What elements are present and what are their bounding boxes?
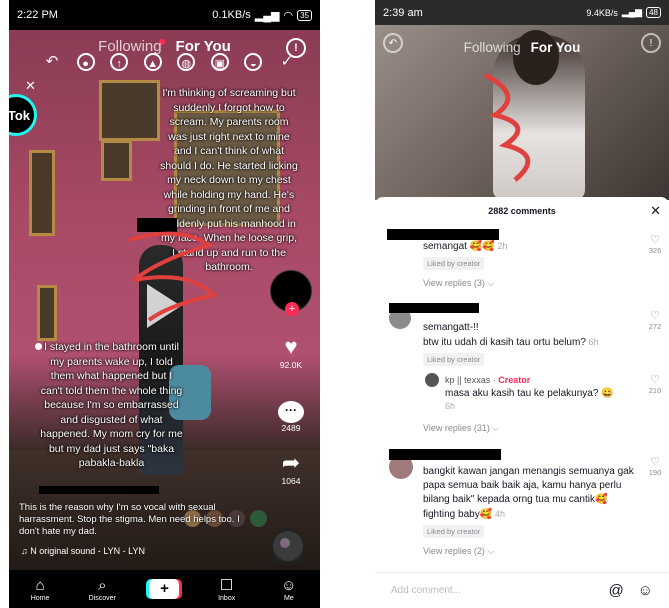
edit-toolbar: ↶ ● ↑ ▲ ◍ ▣ ◒ ✓ xyxy=(43,52,296,72)
comment-item[interactable]: semangat 🥰🥰 2h Liked by creator View rep… xyxy=(423,239,661,289)
close-icon[interactable]: ✕ xyxy=(25,78,36,94)
status-time: 2:22 PM xyxy=(17,9,58,21)
reply-item[interactable]: kp || texxas · Creator masa aku kasih ta… xyxy=(445,373,661,411)
heart-outline-icon: ♡ xyxy=(650,374,660,386)
comment-item[interactable]: semangatt-!! btw itu udah di kasih tau o… xyxy=(423,321,661,366)
reply-author[interactable]: kp || texxas xyxy=(445,375,490,385)
signal-icon: ▂▄▆ xyxy=(254,9,280,22)
sound-disc[interactable] xyxy=(270,528,306,564)
comment-count: 2489 xyxy=(281,423,301,433)
redaction-bar xyxy=(387,229,499,240)
painting xyxy=(29,150,55,236)
nav-home[interactable]: ⌂ Home xyxy=(15,577,65,602)
share-icon: ➦ xyxy=(281,450,301,475)
tab-following[interactable]: Following xyxy=(464,40,521,55)
battery-level: 48 xyxy=(646,7,661,18)
tab-for-you[interactable]: For You xyxy=(531,40,581,55)
story-text-bottom: I stayed in the bathroom until my parent… xyxy=(40,341,183,469)
check-icon[interactable]: ✓ xyxy=(278,53,296,71)
wifi-icon: ◠ xyxy=(283,9,294,22)
comments-sheet: 2882 comments ✕ semangat 🥰🥰 2h Liked by … xyxy=(375,197,669,608)
add-comment-input[interactable]: Add comment... xyxy=(391,585,461,596)
profile-icon: ☺ xyxy=(281,576,297,594)
redaction-bar xyxy=(137,218,177,232)
status-time: 2:39 am xyxy=(383,6,423,19)
creator-tag: Creator xyxy=(498,375,531,385)
comment-like-button[interactable]: ♡ 190 xyxy=(645,455,665,477)
signal-icon: ▂▄▆ xyxy=(621,7,643,17)
share-count: 1064 xyxy=(281,476,301,486)
heart-icon: ♥ xyxy=(284,334,298,359)
painting xyxy=(37,285,57,341)
view-replies-link[interactable]: View replies (31) ⌵ xyxy=(423,423,661,434)
drop-icon[interactable]: ● xyxy=(76,53,95,71)
nav-discover[interactable]: ⌕ Discover xyxy=(77,577,127,602)
redaction-bar xyxy=(389,449,501,460)
comment-like-button[interactable]: ♡ 326 xyxy=(645,233,665,255)
right-phone-screen: 2:39 am 9.4KB/s ▂▄▆ 48 ↶ ! Following For … xyxy=(375,0,669,608)
network-speed: 9.4KB/s xyxy=(586,7,618,18)
create-plus-icon: + xyxy=(149,579,180,599)
nav-create[interactable]: + xyxy=(139,579,189,599)
left-phone-screen: 2:22 PM 0.1KB/s ▂▄▆ ◠ 35 Following For Yo… xyxy=(9,0,320,608)
home-icon: ⌂ xyxy=(35,576,45,594)
add-comment-bar: Add comment... @ ☺ xyxy=(375,572,669,608)
liked-by-creator-badge: Liked by creator xyxy=(423,353,485,366)
nav-inbox[interactable]: ☐ Inbox xyxy=(202,577,252,602)
story-text-top: I'm thinking of screaming but suddenly I… xyxy=(160,87,298,273)
status-bar: 2:22 PM 0.1KB/s ▂▄▆ ◠ 35 xyxy=(9,0,320,30)
follow-plus-icon[interactable]: + xyxy=(285,302,299,316)
feed-tabs: Following For You xyxy=(375,40,669,55)
video-caption: This is the reason why I'm so vocal with… xyxy=(19,502,240,537)
heart-outline-icon: ♡ xyxy=(650,310,660,322)
view-replies-link[interactable]: View replies (3) ⌵ xyxy=(423,278,661,289)
play-icon[interactable] xyxy=(147,284,181,328)
eraser-icon[interactable]: ▣ xyxy=(210,53,229,71)
painting xyxy=(101,140,132,181)
comment-button[interactable]: ··· 2489 xyxy=(269,394,313,433)
comments-header: 2882 comments ✕ xyxy=(375,197,669,225)
battery-level: 35 xyxy=(297,9,312,21)
comment-icon: ··· xyxy=(278,401,304,423)
bullet-dot xyxy=(35,343,42,350)
nav-me[interactable]: ☺ Me xyxy=(264,577,314,602)
undo-icon[interactable]: ↶ xyxy=(43,53,61,71)
painting xyxy=(99,80,160,141)
redaction-bar xyxy=(389,303,479,313)
music-note-icon: ♫ xyxy=(21,546,28,556)
heart-outline-icon: ♡ xyxy=(650,456,660,468)
redaction-bar xyxy=(39,486,159,494)
red-scribble xyxy=(483,72,531,182)
highlighter-icon[interactable]: ▲ xyxy=(143,53,162,71)
like-count: 92.0K xyxy=(279,360,303,370)
arrow-up-icon[interactable]: ↑ xyxy=(110,53,129,71)
palette-icon[interactable]: ◍ xyxy=(177,53,196,71)
search-icon: ⌕ xyxy=(98,576,107,594)
brush-icon[interactable]: ◒ xyxy=(244,53,263,71)
network-speed: 0.1KB/s xyxy=(212,9,251,21)
like-button[interactable]: ♥ 92.0K xyxy=(269,334,313,370)
avatar[interactable] xyxy=(425,373,439,387)
liked-by-creator-badge: Liked by creator xyxy=(423,525,485,538)
heart-outline-icon: ♡ xyxy=(650,234,660,246)
bottom-nav: ⌂ Home ⌕ Discover + ☐ Inbox ☺ Me xyxy=(9,570,320,608)
comment-like-button[interactable]: ♡ 210 xyxy=(645,373,665,395)
comment-like-button[interactable]: ♡ 272 xyxy=(645,309,665,331)
share-button[interactable]: ➦ 1064 xyxy=(269,450,313,486)
inbox-icon: ☐ xyxy=(219,576,234,594)
close-icon[interactable]: ✕ xyxy=(650,197,661,225)
sound-info[interactable]: ♫ N original sound - LYN - LYN xyxy=(21,546,145,556)
liked-by-creator-badge: Liked by creator xyxy=(423,257,485,270)
comment-item[interactable]: bangkit kawan jangan menangis semuanya g… xyxy=(423,465,639,557)
status-bar: 2:39 am 9.4KB/s ▂▄▆ 48 xyxy=(375,0,669,25)
mention-icon[interactable]: @ xyxy=(608,582,623,599)
emoji-icon[interactable]: ☺ xyxy=(638,582,653,599)
comment-count-title: 2882 comments xyxy=(488,206,556,216)
view-replies-link[interactable]: View replies (2) ⌵ xyxy=(423,546,639,557)
